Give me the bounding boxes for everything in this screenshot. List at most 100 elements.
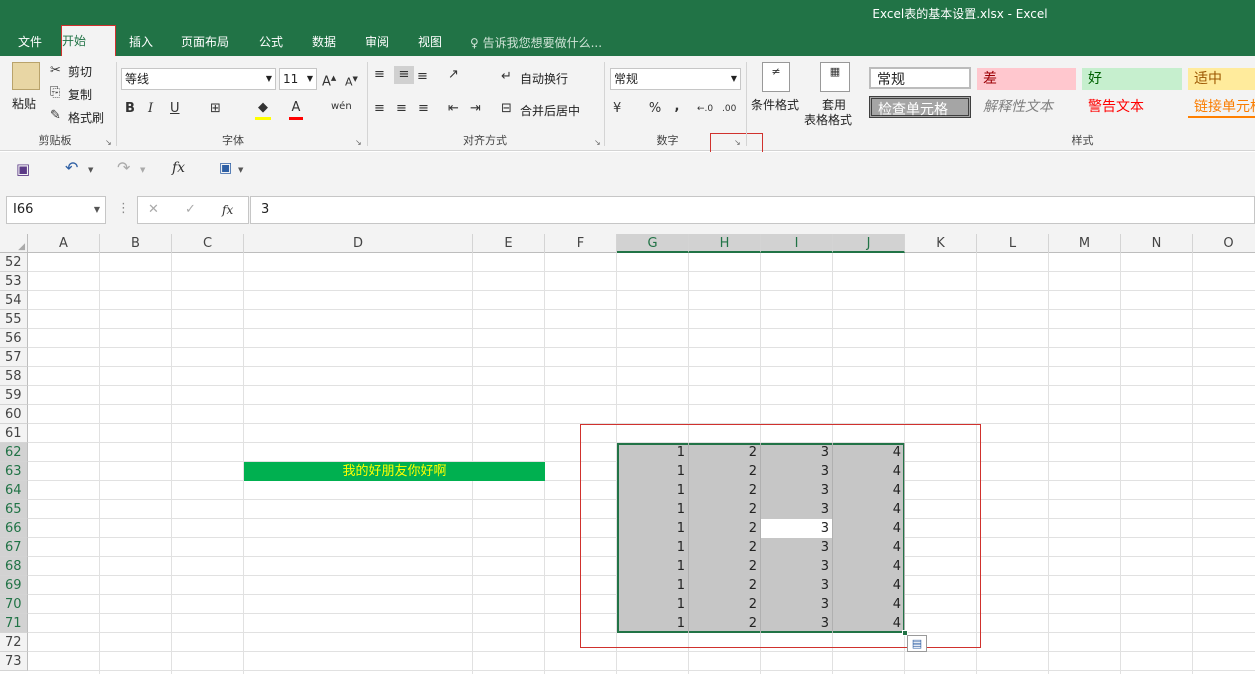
- number-format-select[interactable]: 常规 ▼: [610, 68, 741, 90]
- copy-button[interactable]: 复制: [68, 86, 92, 103]
- quick-analysis-icon[interactable]: ▤: [907, 635, 927, 652]
- style-neutral[interactable]: 适中: [1188, 68, 1255, 90]
- select-all-corner[interactable]: ◢: [0, 234, 28, 253]
- tab-data[interactable]: 数据: [303, 33, 345, 53]
- formula-input[interactable]: 3: [250, 196, 1255, 224]
- number-launcher-icon[interactable]: ↘: [734, 138, 741, 147]
- column-header-o[interactable]: O: [1193, 234, 1255, 253]
- column-header-h[interactable]: H: [689, 234, 761, 253]
- column-header-g[interactable]: G: [617, 234, 689, 253]
- row-header[interactable]: 59: [0, 386, 28, 405]
- chevron-down-icon[interactable]: ▼: [238, 161, 243, 179]
- font-size-select[interactable]: 11 ▼: [279, 68, 317, 90]
- row-header[interactable]: 55: [0, 310, 28, 329]
- decrease-indent-icon[interactable]: ⇤: [448, 100, 459, 118]
- column-header-e[interactable]: E: [473, 234, 545, 253]
- clipboard-launcher-icon[interactable]: ↘: [105, 138, 112, 147]
- column-header-f[interactable]: F: [545, 234, 617, 253]
- style-warning[interactable]: 警告文本: [1082, 96, 1182, 118]
- tab-insert[interactable]: 插入: [120, 33, 162, 53]
- align-center-icon[interactable]: ≡: [396, 100, 407, 118]
- tab-view[interactable]: 视图: [409, 33, 451, 53]
- font-name-select[interactable]: 等线 ▼: [121, 68, 276, 90]
- column-header-c[interactable]: C: [172, 234, 244, 253]
- row-header[interactable]: 60: [0, 405, 28, 424]
- currency-icon[interactable]: ¥: [613, 100, 621, 118]
- row-header[interactable]: 65: [0, 500, 28, 519]
- underline-button[interactable]: U: [170, 100, 180, 118]
- merge-center-button[interactable]: 合并后居中: [520, 102, 580, 119]
- wrap-text-button[interactable]: 自动换行: [520, 70, 568, 87]
- style-bad[interactable]: 差: [977, 68, 1076, 90]
- form-icon[interactable]: ▣: [219, 159, 232, 177]
- column-header-d[interactable]: D: [244, 234, 473, 253]
- row-header[interactable]: 54: [0, 291, 28, 310]
- row-header[interactable]: 67: [0, 538, 28, 557]
- tab-file[interactable]: 文件: [10, 33, 50, 53]
- save-icon[interactable]: ▣: [16, 160, 30, 178]
- comma-button[interactable]: ,: [672, 98, 682, 116]
- confirm-icon[interactable]: ✓: [185, 201, 196, 219]
- row-header[interactable]: 58: [0, 367, 28, 386]
- format-painter-button[interactable]: 格式刷: [68, 109, 104, 126]
- row-header[interactable]: 66: [0, 519, 28, 538]
- row-header[interactable]: 64: [0, 481, 28, 500]
- style-normal[interactable]: 常规: [869, 67, 971, 89]
- row-header[interactable]: 52: [0, 253, 28, 272]
- align-right-icon[interactable]: ≡: [418, 100, 429, 118]
- table-format-button-line2[interactable]: 表格格式: [804, 111, 852, 128]
- fx-button[interactable]: fx: [222, 201, 233, 219]
- undo-icon[interactable]: ↶: [65, 159, 78, 177]
- orientation-icon[interactable]: ↗: [448, 66, 459, 84]
- row-header[interactable]: 53: [0, 272, 28, 291]
- row-header[interactable]: 61: [0, 424, 28, 443]
- cut-button[interactable]: 剪切: [68, 63, 92, 80]
- row-header[interactable]: 63: [0, 462, 28, 481]
- style-check-cell[interactable]: 检查单元格: [869, 96, 971, 118]
- border-icon[interactable]: ⊞: [210, 100, 221, 118]
- cancel-icon[interactable]: ✕: [148, 201, 159, 219]
- insert-function-icon[interactable]: fx: [172, 159, 185, 177]
- row-header[interactable]: 73: [0, 652, 28, 671]
- bold-button[interactable]: B: [125, 100, 135, 118]
- style-linked-cell[interactable]: 链接单元格: [1188, 96, 1255, 118]
- merged-cell[interactable]: 我的好朋友你好啊: [244, 462, 545, 481]
- conditional-format-button[interactable]: 条件格式: [751, 96, 799, 113]
- phonetic-icon[interactable]: wén: [331, 98, 352, 116]
- row-header[interactable]: 57: [0, 348, 28, 367]
- decrease-decimal-icon[interactable]: .00: [722, 100, 736, 118]
- align-bottom-icon[interactable]: ≡: [417, 68, 428, 86]
- font-launcher-icon[interactable]: ↘: [355, 138, 362, 147]
- row-header[interactable]: 56: [0, 329, 28, 348]
- name-box[interactable]: I66 ▼: [6, 196, 106, 224]
- column-header-l[interactable]: L: [977, 234, 1049, 253]
- tab-review[interactable]: 审阅: [356, 33, 398, 53]
- align-top-icon[interactable]: ≡: [374, 66, 385, 84]
- fill-color-icon[interactable]: ◆: [255, 99, 271, 120]
- tab-page-layout[interactable]: 页面布局: [172, 33, 238, 53]
- row-header[interactable]: 71: [0, 614, 28, 633]
- grow-font-icon[interactable]: A▲: [322, 69, 336, 91]
- style-good[interactable]: 好: [1082, 68, 1182, 90]
- row-header[interactable]: 68: [0, 557, 28, 576]
- italic-button[interactable]: I: [148, 100, 153, 118]
- align-middle-icon[interactable]: ≡: [394, 66, 414, 84]
- paste-button[interactable]: 粘贴: [12, 95, 36, 112]
- column-header-m[interactable]: M: [1049, 234, 1121, 253]
- column-header-n[interactable]: N: [1121, 234, 1193, 253]
- column-header-j[interactable]: J: [833, 234, 905, 253]
- tab-home[interactable]: 开始: [61, 25, 116, 58]
- align-left-icon[interactable]: ≡: [374, 100, 385, 118]
- chevron-down-icon[interactable]: ▼: [88, 161, 93, 179]
- percent-button[interactable]: %: [648, 100, 662, 118]
- row-header[interactable]: 69: [0, 576, 28, 595]
- column-header-b[interactable]: B: [100, 234, 172, 253]
- row-header[interactable]: 72: [0, 633, 28, 652]
- column-header-i[interactable]: I: [761, 234, 833, 253]
- tell-me-box[interactable]: ♀ 告诉我您想要做什么...: [470, 34, 602, 51]
- chevron-down-icon[interactable]: ▼: [94, 197, 100, 223]
- shrink-font-icon[interactable]: A▼: [345, 70, 358, 92]
- row-header[interactable]: 62: [0, 443, 28, 462]
- paste-icon[interactable]: [12, 62, 40, 90]
- alignment-launcher-icon[interactable]: ↘: [594, 138, 601, 147]
